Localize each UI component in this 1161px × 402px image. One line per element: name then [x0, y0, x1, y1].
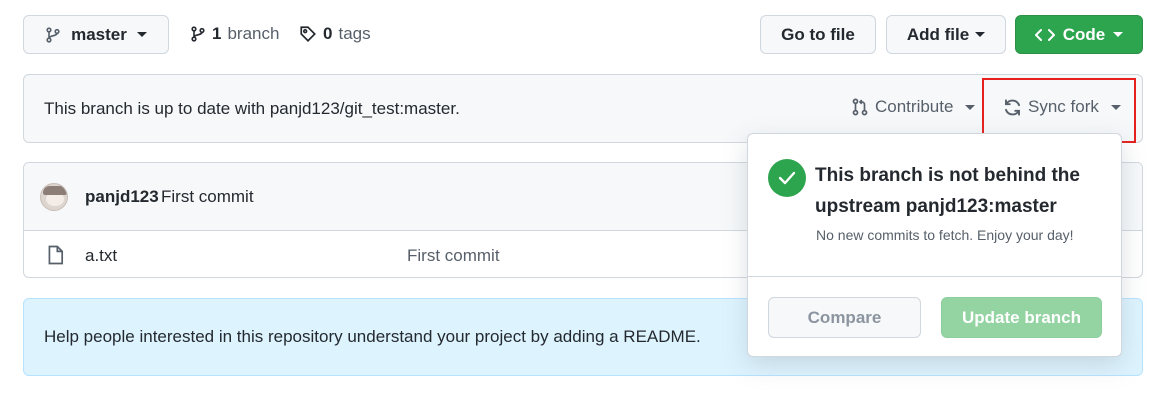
- git-branch-icon: [46, 26, 60, 43]
- readme-banner-text: Help people interested in this repositor…: [44, 327, 701, 346]
- code-button[interactable]: Code: [1015, 15, 1143, 54]
- tags-link[interactable]: 0 tags: [299, 24, 371, 44]
- update-branch-button[interactable]: Update branch: [941, 297, 1102, 338]
- add-file-button[interactable]: Add file: [886, 15, 1006, 54]
- chevron-down-icon: [136, 32, 147, 37]
- file-name[interactable]: a.txt: [85, 246, 117, 266]
- chevron-down-icon: [975, 32, 986, 37]
- tag-count: 0: [323, 24, 333, 43]
- code-icon: [1034, 28, 1055, 41]
- compare-label: Compare: [807, 307, 882, 327]
- fork-status-message: This branch is up to date with panjd123/…: [44, 99, 460, 118]
- contribute-button[interactable]: Contribute: [851, 97, 976, 117]
- tag-word: tags: [338, 24, 371, 43]
- popover-title-line-2: upstream panjd123:master: [815, 196, 1057, 217]
- chevron-down-icon: [1113, 32, 1124, 37]
- popover-title-line-1: This branch is not behind the: [815, 165, 1080, 186]
- git-pull-request-icon: [852, 98, 868, 116]
- commit-author[interactable]: panjd123: [85, 187, 159, 207]
- tag-icon: [300, 26, 316, 42]
- file-commit-message[interactable]: First commit: [407, 246, 500, 266]
- avatar[interactable]: [40, 183, 68, 211]
- go-to-file-label: Go to file: [781, 24, 855, 44]
- popover-divider: [748, 276, 1121, 277]
- git-branch-icon: [191, 26, 205, 42]
- chevron-down-icon: [965, 104, 976, 110]
- file-icon: [48, 245, 64, 265]
- update-branch-label: Update branch: [961, 307, 1082, 327]
- branch-select-button[interactable]: master: [23, 15, 169, 54]
- branches-link[interactable]: 1 branch: [190, 24, 279, 44]
- commit-message[interactable]: First commit: [161, 187, 254, 207]
- code-label: Code: [1062, 24, 1106, 44]
- branch-word: branch: [227, 24, 280, 43]
- compare-button[interactable]: Compare: [768, 297, 921, 338]
- popover-subtitle: No new commits to fetch. Enjoy your day!: [816, 227, 1074, 243]
- popover-title: This branch is not behind the upstream p…: [815, 160, 1080, 222]
- sync-fork-popover: This branch is not behind the upstream p…: [747, 133, 1122, 357]
- add-file-label: Add file: [906, 24, 970, 44]
- branch-count: 1: [212, 24, 222, 43]
- contribute-label: Contribute: [875, 97, 954, 116]
- branch-select-label: master: [71, 24, 127, 44]
- check-circle-icon: [768, 159, 806, 197]
- go-to-file-button[interactable]: Go to file: [760, 15, 876, 54]
